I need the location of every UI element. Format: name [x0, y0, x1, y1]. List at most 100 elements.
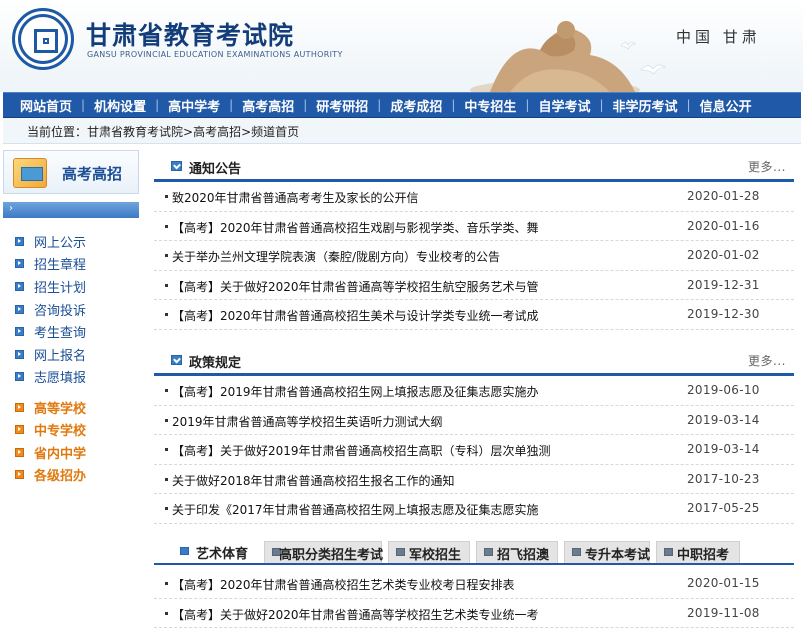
sidebar-item-query[interactable]: 考生查询: [3, 320, 139, 343]
sidebar-item-charter[interactable]: 招生章程: [3, 253, 139, 276]
list-item[interactable]: 【高考】关于做好2020年甘肃省普通高等学校招生航空服务艺术与管 2019-12-…: [154, 271, 794, 301]
news-title[interactable]: 关于做好2018年甘肃省普通高校招生报名工作的通知: [172, 472, 672, 489]
sidebar-item-label: 咨询投诉: [34, 303, 87, 319]
tab-pilot[interactable]: 招飞招澳: [476, 540, 558, 563]
nav-item-nondegree[interactable]: 非学历考试: [604, 96, 687, 115]
news-title[interactable]: 关于举办兰州文理学院表演（秦腔/陇剧方向）专业校考的公告: [172, 248, 672, 265]
tab-label: 招飞招澳: [497, 547, 550, 563]
list-item[interactable]: 【高考】关于做好2020年甘肃省普通高等学校招生艺术类专业统一考 2019-11-…: [154, 599, 794, 629]
sidebar-item-label: 招生计划: [34, 280, 87, 296]
sidebar-item-consult[interactable]: 咨询投诉: [3, 298, 139, 321]
list-item[interactable]: 关于举办兰州文理学院表演（秦腔/陇剧方向）专业校考的公告 2020-01-02: [154, 241, 794, 271]
news-date: 2020-01-16: [687, 218, 760, 233]
section-header-policy: 政策规定 更多...: [154, 344, 794, 376]
news-title[interactable]: 关于印发《2017年甘肃省普通高校招生网上填报志愿及征集志愿实施: [172, 501, 672, 518]
sidebar-item-label: 网上报名: [34, 348, 87, 364]
more-link[interactable]: 更多...: [748, 158, 786, 175]
news-list-tab: 【高考】2020年甘肃省普通高校招生艺术类专业校考日程安排表 2020-01-15…: [154, 569, 794, 629]
arrow-bullet-icon: [15, 327, 24, 337]
nav-item-gaokao[interactable]: 高考高招: [233, 96, 303, 115]
main-nav: 网站首页 | 机构设置 | 高中学考 | 高考高招 | 研考研招 | 成考成招 | 中专招生…: [3, 92, 801, 118]
site-subtitle: GANSU PROVINCIAL EDUCATION EXAMINATIONS …: [87, 50, 343, 59]
nav-item-selfstudy[interactable]: 自学考试: [529, 96, 599, 115]
bullet-dot-icon: [165, 283, 168, 287]
sidebar-link-label: 各级招办: [34, 469, 87, 485]
sidebar-item-plan[interactable]: 招生计划: [3, 275, 139, 298]
list-item[interactable]: 【高考】2020年甘肃省普通高校招生戏剧与影视学类、音乐学类、舞 2020-01-…: [154, 212, 794, 242]
list-item[interactable]: 关于做好2018年甘肃省普通高校招生报名工作的通知 2017-10-23: [154, 465, 794, 495]
bullet-dot-icon: [165, 611, 168, 615]
card-icon: [13, 158, 47, 188]
mail-icon: [664, 547, 673, 556]
tab-secondary-vocational[interactable]: 中职招考: [656, 540, 740, 563]
news-date: 2019-03-14: [687, 412, 760, 427]
arrow-bullet-icon: [15, 425, 24, 435]
sidebar-item-public-notice[interactable]: 网上公示: [3, 230, 139, 253]
logo-emblem-icon[interactable]: [12, 8, 74, 70]
news-list-policy: 【高考】2019年甘肃省普通高校招生网上填报志愿及征集志愿实施办 2019-06-…: [154, 376, 794, 524]
news-title[interactable]: 【高考】关于做好2019年甘肃省普通高校招生高职（专科）层次单独测: [172, 442, 672, 459]
breadcrumb-prefix: 当前位置：: [27, 125, 88, 139]
tab-label: 艺术体育: [196, 546, 249, 562]
list-item[interactable]: 2019年甘肃省普通高等学校招生英语听力测试大纲 2019-03-14: [154, 406, 794, 436]
list-item[interactable]: 关于印发《2017年甘肃省普通高校招生网上填报志愿及征集志愿实施 2017-05-…: [154, 494, 794, 524]
list-item[interactable]: 【高考】2019年甘肃省普通高校招生网上填报志愿及征集志愿实施办 2019-06-…: [154, 376, 794, 406]
nav-item-home[interactable]: 网站首页: [3, 96, 81, 115]
bullet-dot-icon: [165, 418, 168, 422]
tab-vocational-exam[interactable]: 高职分类招生考试: [264, 540, 383, 563]
bullet-dot-icon: [165, 507, 168, 511]
more-link[interactable]: 更多...: [748, 352, 786, 369]
news-title[interactable]: 【高考】2020年甘肃省普通高校招生戏剧与影视学类、音乐学类、舞: [172, 219, 672, 236]
arrow-bullet-icon: [15, 281, 24, 291]
tab-label: 专升本考试: [585, 547, 651, 563]
list-item[interactable]: 【高考】2020年甘肃省普通高校招生美术与设计学类专业统一考试成 2019-12-…: [154, 300, 794, 330]
news-date: 2020-01-15: [687, 575, 760, 590]
arrow-bullet-icon: [15, 349, 24, 359]
dove-icon: [620, 41, 636, 50]
sidebar-link-provincial-high[interactable]: 省内中学: [3, 441, 139, 463]
sidebar-item-register[interactable]: 网上报名: [3, 343, 139, 366]
news-title[interactable]: 【高考】2019年甘肃省普通高校招生网上填报志愿及征集志愿实施办: [172, 383, 672, 400]
sidebar-bar: ›: [3, 202, 139, 218]
nav-item-disclosure[interactable]: 信息公开: [691, 96, 761, 115]
chevron-right-icon: ›: [9, 203, 13, 214]
news-title[interactable]: 2019年甘肃省普通高等学校招生英语听力测试大纲: [172, 413, 672, 430]
sidebar-item-label: 志愿填报: [34, 371, 87, 387]
mail-icon: [484, 547, 493, 556]
nav-item-org[interactable]: 机构设置: [85, 96, 155, 115]
news-title[interactable]: 【高考】2020年甘肃省普通高校招生艺术类专业校考日程安排表: [172, 576, 672, 593]
list-item[interactable]: 【高考】2020年甘肃省普通高校招生艺术类专业校考日程安排表 2020-01-15: [154, 569, 794, 599]
news-date: 2019-11-08: [687, 605, 760, 620]
mail-icon: [396, 547, 405, 556]
news-title[interactable]: 致2020年甘肃省普通高考考生及家长的公开信: [172, 189, 672, 206]
tab-military[interactable]: 军校招生: [388, 540, 470, 563]
nav-item-highschool-exam[interactable]: 高中学考: [159, 96, 229, 115]
arrow-bullet-icon: [15, 447, 24, 457]
arrow-bullet-icon: [15, 236, 24, 246]
section-title: 政策规定: [189, 355, 242, 371]
list-item[interactable]: 【高考】关于做好2019年甘肃省普通高校招生高职（专科）层次单独测 2019-03…: [154, 435, 794, 465]
nav-item-graduate[interactable]: 研考研招: [307, 96, 377, 115]
region-label: 中国 甘肃: [676, 28, 761, 46]
sidebar-item-application[interactable]: 志愿填报: [3, 366, 139, 389]
tab-upgrade-exam[interactable]: 专升本考试: [564, 540, 651, 563]
tab-art-sports[interactable]: 艺术体育: [154, 540, 256, 563]
arrow-bullet-icon: [15, 470, 24, 480]
news-title[interactable]: 【高考】关于做好2020年甘肃省普通高等学校招生航空服务艺术与管: [172, 278, 672, 295]
list-item[interactable]: 致2020年甘肃省普通高考考生及家长的公开信 2020-01-28: [154, 182, 794, 212]
sidebar-link-universities[interactable]: 高等学校: [3, 396, 139, 418]
site-title[interactable]: 甘肃省教育考试院: [86, 16, 294, 52]
nav-item-adult[interactable]: 成考成招: [381, 96, 451, 115]
breadcrumb: 当前位置：甘肃省教育考试院>高考高招>频道首页: [3, 118, 801, 144]
news-date: 2020-01-28: [687, 189, 760, 203]
news-title[interactable]: 【高考】关于做好2020年甘肃省普通高等学校招生艺术类专业统一考: [172, 606, 672, 623]
bullet-dot-icon: [165, 254, 168, 258]
bullet-dot-icon: [165, 581, 168, 585]
bullet-dot-icon: [165, 388, 168, 392]
sidebar-link-admission-offices[interactable]: 各级招办: [3, 463, 139, 485]
nav-item-vocational[interactable]: 中专招生: [455, 96, 525, 115]
sidebar-link-vocational-schools[interactable]: 中专学校: [3, 419, 139, 441]
breadcrumb-path[interactable]: 甘肃省教育考试院>高考高招>频道首页: [87, 125, 299, 139]
news-title[interactable]: 【高考】2020年甘肃省普通高校招生美术与设计学类专业统一考试成: [172, 307, 672, 324]
bullet-dot-icon: [165, 448, 168, 452]
